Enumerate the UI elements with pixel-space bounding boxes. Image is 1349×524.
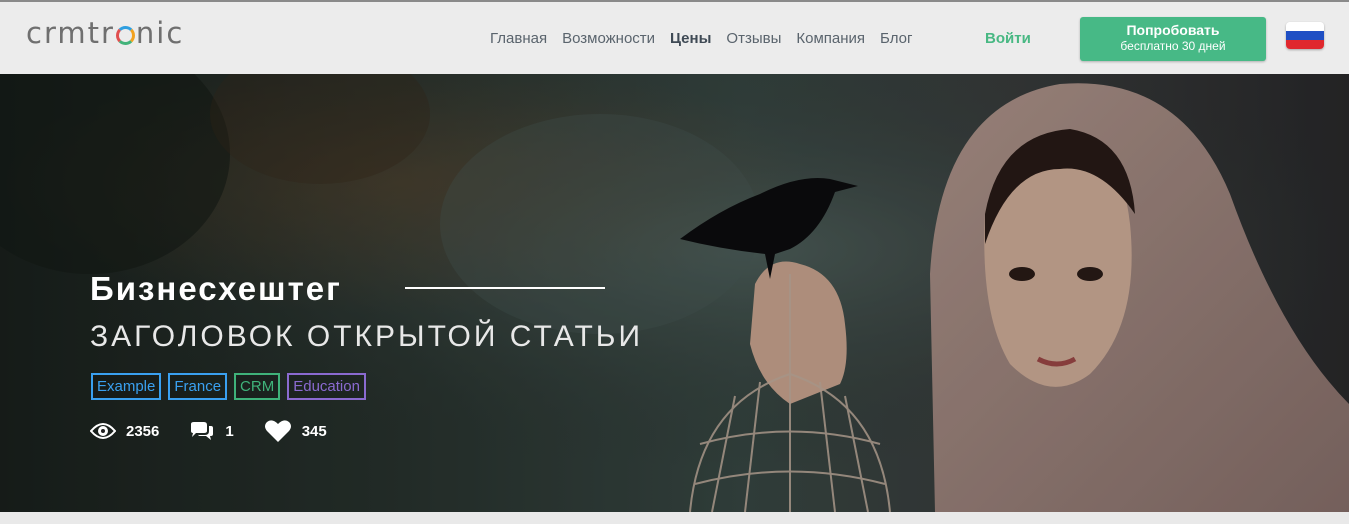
tag-education[interactable]: Education	[287, 373, 366, 400]
site-header: crmtr nic Главная Возможности Цены Отзывы…	[0, 0, 1349, 74]
article-title: ЗАГОЛОВОК ОТКРЫТОЙ СТАТЬИ	[90, 320, 644, 353]
tag-list: Example France CRM Education	[91, 373, 366, 400]
login-link[interactable]: Войти	[985, 30, 1031, 47]
nav-item-reviews[interactable]: Отзывы	[726, 30, 781, 47]
nav-item-features[interactable]: Возможности	[562, 30, 655, 47]
nav-item-company[interactable]: Компания	[796, 30, 865, 47]
heart-icon	[264, 420, 291, 442]
nav-item-prices[interactable]: Цены	[670, 30, 711, 47]
tag-example[interactable]: Example	[91, 373, 162, 400]
main-nav: Главная Возможности Цены Отзывы Компания…	[490, 30, 927, 47]
views-count: 2356	[126, 422, 160, 440]
likes-count: 345	[301, 422, 327, 440]
try-button-line1: Попробовать	[1126, 22, 1220, 38]
comments-stat[interactable]: 1	[189, 421, 234, 441]
nav-item-home[interactable]: Главная	[490, 30, 547, 47]
comments-icon	[191, 422, 214, 440]
eye-icon	[90, 423, 116, 439]
likes-stat[interactable]: 345	[264, 419, 327, 443]
logo-text-left: crmtr	[26, 16, 115, 50]
hero-banner: Бизнесхештег ЗАГОЛОВОК ОТКРЫТОЙ СТАТЬИ E…	[0, 74, 1349, 512]
russia-flag-icon[interactable]	[1286, 22, 1324, 49]
tag-france[interactable]: France	[168, 373, 228, 400]
views-stat: 2356	[90, 422, 159, 440]
try-free-button[interactable]: Попробовать бесплатно 30 дней	[1080, 17, 1266, 61]
hero-hashtag: Бизнесхештег	[90, 270, 342, 307]
logo[interactable]: crmtr nic	[26, 16, 184, 50]
logo-text-right: nic	[135, 16, 185, 50]
nav-item-blog[interactable]: Блог	[880, 30, 912, 47]
comments-count: 1	[225, 422, 234, 440]
logo-ring-icon	[115, 25, 135, 45]
page-content-edge	[0, 512, 1349, 524]
hero-divider	[405, 287, 605, 289]
article-stats: 2356 1 345	[90, 419, 357, 443]
tag-crm[interactable]: CRM	[234, 373, 281, 400]
try-button-line2: бесплатно 30 дней	[1120, 39, 1226, 53]
